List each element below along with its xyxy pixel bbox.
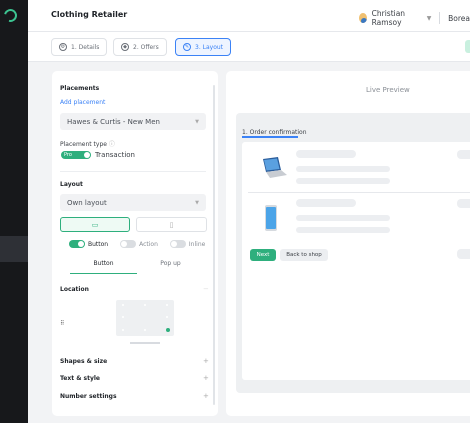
type-label: Inline	[188, 240, 206, 248]
placement-select[interactable]: Hawes & Curtis - New Men ▼	[60, 113, 206, 130]
chevron-down-icon: ▼	[426, 14, 432, 22]
location-dot[interactable]	[122, 304, 124, 306]
type-button[interactable]: Button	[69, 240, 108, 248]
desktop-device-button[interactable]: ▭	[60, 217, 130, 232]
chevron-down-icon: ▼	[195, 118, 199, 125]
transaction-label: Transaction	[94, 151, 135, 159]
smartphone-icon	[265, 205, 277, 231]
logo-icon	[1, 6, 20, 25]
placements-heading: Placements	[60, 85, 100, 92]
step-label: 2. Offers	[133, 43, 159, 51]
type-inline[interactable]: Inline	[169, 240, 206, 248]
plus-icon[interactable]: +	[203, 392, 209, 400]
location-dot[interactable]	[122, 316, 124, 318]
add-placement-link[interactable]: Add placement	[60, 99, 105, 106]
skeleton-text	[296, 166, 390, 172]
type-label: Button	[88, 240, 109, 248]
user-name: Christian Ramsoy	[371, 9, 406, 27]
desktop-icon: ▭	[91, 220, 99, 229]
transaction-toggle-row[interactable]: Pro Transaction	[61, 151, 135, 159]
back-to-shop-button[interactable]: Back to shop	[280, 249, 328, 261]
toggle-switch[interactable]	[120, 240, 137, 248]
tab-underline	[242, 136, 298, 138]
skeleton-text	[296, 215, 390, 221]
layout-type-row: Button Action Inline	[69, 240, 205, 248]
skeleton-price	[457, 150, 470, 159]
location-dot-selected[interactable]	[166, 328, 170, 332]
plus-icon[interactable]: +	[203, 357, 209, 365]
steps-bar: ⚙ 1. Details ◆ 2. Offers ✎ 3. Layout	[28, 32, 470, 62]
tab-button[interactable]: Button	[70, 260, 137, 274]
drag-handle-icon[interactable]: ⠿	[60, 320, 67, 327]
location-dot[interactable]	[122, 329, 124, 331]
user-menu[interactable]: Christian Ramsoy ▼ Borea	[359, 9, 470, 27]
laptop-icon	[263, 157, 287, 178]
step-label: 3. Layout	[195, 43, 224, 51]
sidebar-item-active[interactable]	[0, 236, 28, 262]
section-shapes-size[interactable]: Shapes & size	[60, 358, 107, 365]
location-dot[interactable]	[144, 329, 146, 331]
section-text-style[interactable]: Text & style	[60, 375, 100, 382]
sidebar	[0, 0, 28, 423]
toggle-switch[interactable]	[74, 151, 91, 159]
transaction-toggle[interactable]: Pro	[61, 151, 91, 159]
scrollbar[interactable]	[213, 85, 215, 405]
divider	[60, 171, 206, 172]
top-bar: Clothing Retailer Christian Ramsoy ▼ Bor…	[28, 0, 470, 32]
location-picker[interactable]	[116, 300, 174, 336]
step-details[interactable]: ⚙ 1. Details	[51, 38, 108, 56]
chevron-down-icon: ▼	[195, 199, 199, 206]
skeleton-text	[296, 178, 390, 184]
location-dot[interactable]	[166, 316, 168, 318]
step-label: 1. Details	[71, 43, 100, 51]
toggle-switch[interactable]	[69, 240, 85, 248]
tab-order-confirmation[interactable]: 1. Order confirmation	[242, 129, 307, 136]
info-icon: ⓘ	[108, 141, 115, 148]
layout-select-value: Own layout	[67, 198, 107, 207]
offers-icon: ◆	[121, 43, 129, 51]
section-number-settings[interactable]: Number settings	[60, 393, 117, 400]
step-layout[interactable]: ✎ 3. Layout	[175, 38, 232, 56]
app-title: Clothing Retailer	[51, 10, 128, 19]
layout-subtabs: Button Pop up	[70, 260, 204, 274]
placement-type-text: Placement type	[60, 141, 107, 148]
layout-heading: Layout	[60, 181, 83, 188]
layout-select[interactable]: Own layout ▼	[60, 194, 206, 211]
preview-title: Live Preview	[366, 86, 410, 94]
location-dot[interactable]	[166, 304, 168, 306]
save-button-partial[interactable]	[465, 40, 470, 53]
mobile-icon: ▯	[169, 220, 174, 229]
mobile-device-button[interactable]: ▯	[136, 217, 207, 232]
step-offers[interactable]: ◆ 2. Offers	[113, 38, 167, 56]
type-action[interactable]: Action	[120, 240, 158, 248]
skeleton-text	[296, 227, 390, 233]
skeleton-button	[457, 249, 470, 259]
plus-icon[interactable]: +	[203, 374, 209, 382]
divider	[248, 192, 470, 193]
pro-badge: Pro	[61, 151, 75, 159]
placement-type-label: Placement type ⓘ	[60, 139, 115, 148]
tab-popup[interactable]: Pop up	[137, 260, 204, 274]
divider	[439, 12, 441, 24]
collapse-icon[interactable]: −	[203, 285, 209, 293]
toggle-switch[interactable]	[169, 240, 186, 248]
location-dot[interactable]	[144, 304, 146, 306]
skeleton-text	[296, 150, 356, 158]
skeleton-price	[457, 199, 470, 208]
avatar	[359, 13, 367, 23]
location-heading: Location	[60, 286, 89, 293]
pencil-icon: ✎	[183, 43, 191, 51]
screen-stand	[130, 338, 160, 344]
settings-icon: ⚙	[59, 43, 67, 51]
placement-select-value: Hawes & Curtis - New Men	[67, 117, 160, 126]
next-button[interactable]: Next	[250, 249, 276, 261]
org-name[interactable]: Borea	[448, 14, 470, 23]
type-label: Action	[139, 240, 158, 248]
skeleton-text	[296, 199, 356, 207]
